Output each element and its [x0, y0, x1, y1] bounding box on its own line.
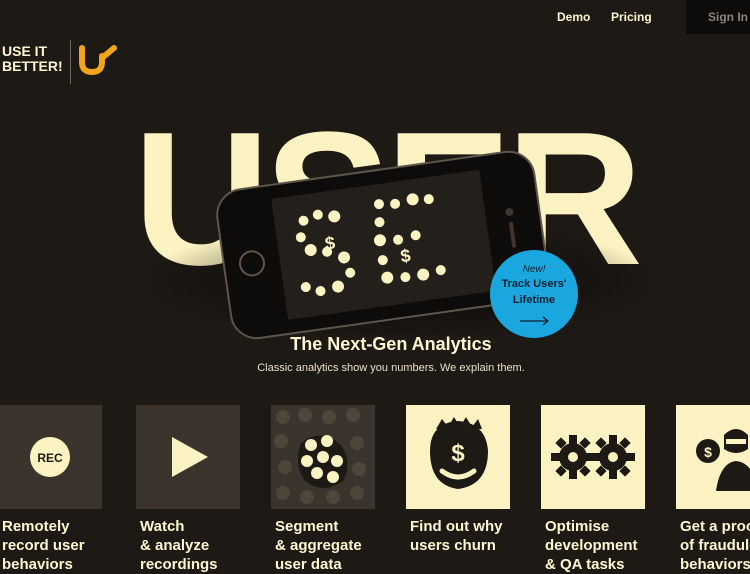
feature-churn-tile: $	[406, 405, 510, 509]
top-nav: Demo Pricing Sign In	[0, 0, 750, 34]
play-icon	[172, 437, 208, 477]
feature-fraud-label: Get a proof of fraudulent behaviors	[680, 518, 750, 573]
feature-record-label: Remotely record user behaviors	[2, 518, 85, 573]
feature-watch[interactable]: Watch & analyze recordings	[136, 405, 240, 573]
logo[interactable]: USE IT BETTER!	[0, 40, 130, 86]
feature-optimise-tile	[541, 405, 645, 509]
logo-mark-icon	[79, 45, 117, 76]
gears-icon	[551, 435, 635, 479]
feature-list: REC Remotely record user behaviors Watch…	[0, 405, 750, 573]
track-users-lifetime-badge[interactable]: New! Track Users' Lifetime	[490, 250, 578, 338]
logo-line2: BETTER!	[2, 58, 63, 74]
feature-fraud[interactable]: $ Get a proof of fraudulent behaviors	[676, 405, 750, 573]
feature-churn-label: Find out why users churn	[410, 518, 503, 554]
hero-headline: The Next-Gen Analytics	[290, 334, 492, 354]
hero-subline: Classic analytics show you numbers. We e…	[257, 362, 525, 374]
sign-in-link[interactable]: Sign In	[708, 10, 748, 24]
logo-divider	[70, 40, 71, 84]
rec-tile-text: REC	[37, 451, 63, 465]
feature-optimise-label: Optimise development & QA tasks	[545, 518, 638, 573]
feature-fraud-tile: $	[676, 405, 750, 509]
feature-watch-tile	[136, 405, 240, 509]
feature-segment-label: Segment & aggregate user data	[275, 518, 362, 573]
svg-text:$: $	[704, 444, 712, 460]
badge-line1: Track Users'	[501, 278, 567, 290]
nav-demo-link[interactable]: Demo	[557, 10, 590, 24]
badge-line2: Lifetime	[512, 294, 556, 306]
dots-icon	[274, 408, 366, 504]
feature-record[interactable]: REC Remotely record user behaviors	[0, 405, 102, 573]
feature-optimise[interactable]: Optimise development & QA tasks	[541, 405, 645, 573]
feature-record-tile: REC	[0, 405, 102, 509]
fraud-icon: $	[696, 429, 750, 491]
feature-watch-label: Watch & analyze recordings	[140, 518, 218, 573]
logo-text: USE IT BETTER!	[2, 44, 63, 74]
money-face-icon: $	[430, 417, 488, 489]
svg-text:$: $	[451, 440, 465, 467]
logo-line1: USE IT	[2, 43, 48, 59]
nav-pricing-link[interactable]: Pricing	[611, 10, 652, 24]
feature-churn[interactable]: $ Find out why users churn	[406, 405, 510, 565]
sign-in-box: Sign In	[686, 0, 750, 34]
feature-segment[interactable]: Segment & aggregate user data	[271, 405, 375, 573]
badge-new-label: New!	[522, 264, 546, 275]
rec-icon: REC	[30, 437, 70, 477]
arrow-right-icon	[520, 316, 549, 326]
feature-segment-tile	[271, 405, 375, 509]
